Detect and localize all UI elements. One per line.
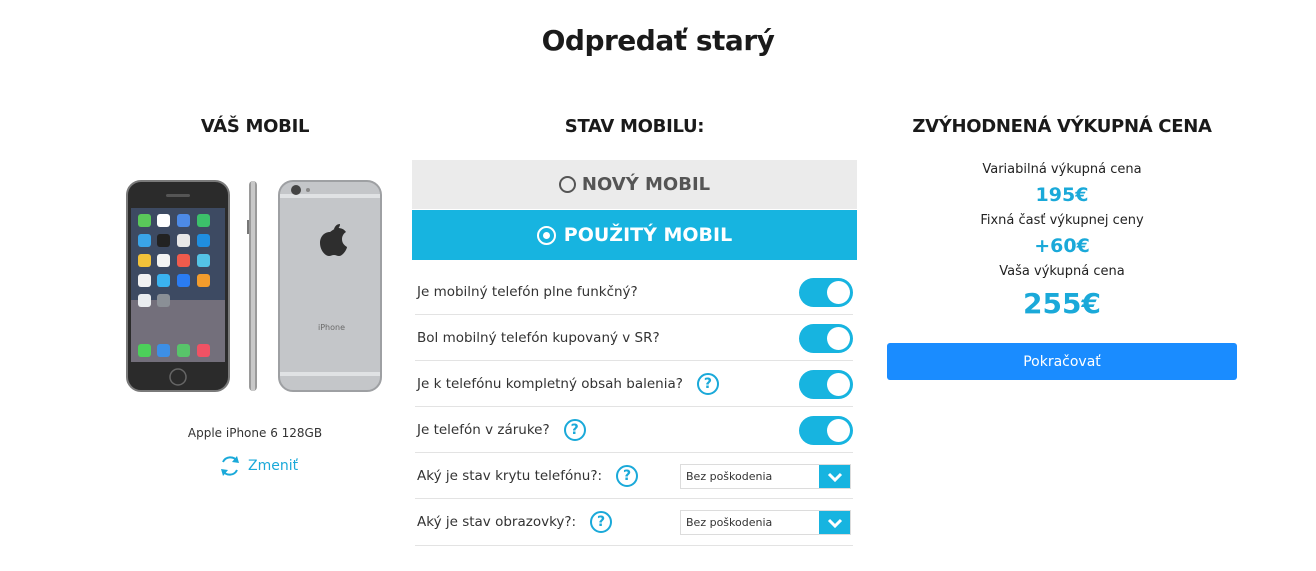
help-icon[interactable]: ? xyxy=(563,418,586,441)
chevron-down-icon xyxy=(819,465,850,488)
phone-back-image: iPhone xyxy=(278,180,382,392)
phone-side-image xyxy=(247,181,257,391)
phone-model-name: Apple iPhone 6 128GB xyxy=(187,426,323,440)
page-title: Odpredať starý xyxy=(541,24,775,57)
change-phone-link[interactable]: Zmeniť xyxy=(218,453,298,479)
fixed-price-value: +60€ xyxy=(1034,235,1090,257)
complete-package-toggle[interactable] xyxy=(799,370,853,399)
question-row: Bol mobilný telefón kupovaný v SR? xyxy=(415,315,853,361)
question-text: Je k telefónu kompletný obsah balenia? xyxy=(417,375,683,392)
functional-toggle[interactable] xyxy=(799,278,853,307)
question-row: Aký je stav obrazovky?: ? Bez poškodenia xyxy=(415,499,853,546)
total-price-value: 255€ xyxy=(1023,287,1101,320)
screen-condition-select[interactable]: Bez poškodenia xyxy=(680,510,851,535)
warranty-toggle[interactable] xyxy=(799,416,853,445)
question-row: Je telefón v záruke? ? xyxy=(415,407,853,453)
radio-selected-icon xyxy=(536,225,556,245)
select-value: Bez poškodenia xyxy=(686,516,773,529)
total-price-label: Vaša výkupná cena xyxy=(999,264,1125,279)
bought-in-sr-toggle[interactable] xyxy=(799,324,853,353)
radio-unselected-icon xyxy=(558,176,576,193)
question-text: Aký je stav obrazovky?: xyxy=(417,514,577,530)
chevron-down-icon xyxy=(819,511,850,534)
state-new-label: NOVÝ MOBIL xyxy=(581,174,711,195)
phone-state-title: STAV MOBILU: xyxy=(564,116,705,137)
question-text: Aký je stav krytu telefónu?: xyxy=(417,467,603,484)
phone-front-image xyxy=(126,180,230,392)
variable-price-value: 195€ xyxy=(1035,184,1089,206)
svg-text:iPhone: iPhone xyxy=(318,323,345,332)
question-row: Aký je stav krytu telefónu?: ? Bez poško… xyxy=(415,453,853,499)
help-icon[interactable]: ? xyxy=(616,464,639,487)
state-used-option[interactable]: POUŽITÝ MOBIL xyxy=(412,210,857,260)
question-text: Je telefón v záruke? xyxy=(417,421,550,438)
your-phone-title: VÁŠ MOBIL xyxy=(200,116,310,137)
question-text: Je mobilný telefón plne funkčný? xyxy=(417,283,638,300)
variable-price-label: Variabilná výkupná cena xyxy=(982,162,1142,177)
continue-button[interactable]: Pokračovať xyxy=(887,343,1237,380)
select-value: Bez poškodenia xyxy=(686,470,773,483)
state-new-option[interactable]: NOVÝ MOBIL xyxy=(412,160,857,209)
help-icon[interactable]: ? xyxy=(696,372,719,395)
price-title: ZVÝHODNENÁ VÝKUPNÁ CENA xyxy=(912,116,1212,137)
change-phone-label: Zmeniť xyxy=(248,458,299,474)
help-icon[interactable]: ? xyxy=(590,511,613,533)
refresh-icon xyxy=(221,456,239,476)
cover-condition-select[interactable]: Bez poškodenia xyxy=(680,464,851,489)
question-row: Je mobilný telefón plne funkčný? xyxy=(415,269,853,315)
question-row: Je k telefónu kompletný obsah balenia? ? xyxy=(415,361,853,407)
state-used-label: POUŽITÝ MOBIL xyxy=(563,224,733,246)
fixed-price-label: Fixná časť výkupnej ceny xyxy=(980,213,1144,228)
condition-questions: Je mobilný telefón plne funkčný? Bol mob… xyxy=(415,269,853,546)
question-text: Bol mobilný telefón kupovaný v SR? xyxy=(417,329,660,346)
phone-image: iPhone xyxy=(126,180,384,394)
